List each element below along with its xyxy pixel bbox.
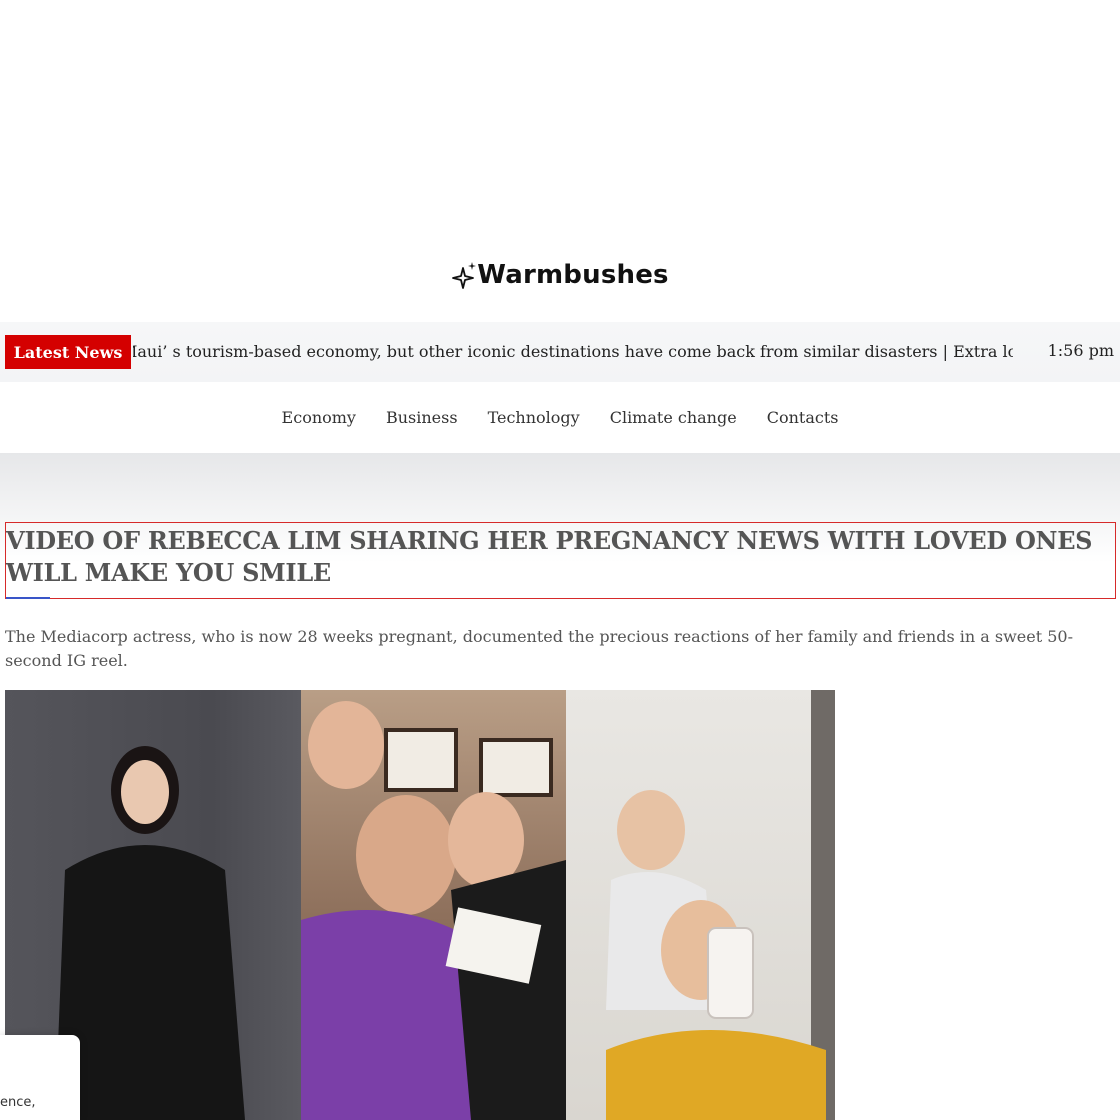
- photo-panel-family: [301, 690, 566, 1120]
- brand-name: Warmbushes: [477, 260, 669, 290]
- nav-economy[interactable]: Economy: [282, 396, 356, 436]
- ticker-headlines[interactable]: Maui’ s tourism-based economy, but other…: [133, 342, 1013, 361]
- article-subtitle: The Mediacorp actress, who is now 28 wee…: [5, 627, 1074, 670]
- sparkle-icon: [452, 262, 477, 289]
- photo-panel-friends: [566, 690, 835, 1120]
- latest-news-label: Latest News: [5, 335, 131, 369]
- headline-underline: [6, 597, 50, 599]
- cookie-consent-card[interactable]: ence,: [0, 1035, 80, 1120]
- ticker-track: Maui’ s tourism-based economy, but other…: [133, 335, 1013, 369]
- ticker-time: 1:56 pm: [1047, 341, 1114, 360]
- news-ticker: Latest News Maui’ s tourism-based econom…: [0, 322, 1120, 382]
- nav-technology[interactable]: Technology: [488, 396, 580, 436]
- site-logo[interactable]: Warmbushes: [0, 252, 1120, 298]
- article-headline: VIDEO OF REBECCA LIM SHARING HER PREGNAN…: [6, 526, 1093, 587]
- nav-climate-change[interactable]: Climate change: [610, 396, 737, 436]
- nav-business[interactable]: Business: [386, 396, 458, 436]
- article-image: [5, 690, 835, 1120]
- nav-contacts[interactable]: Contacts: [767, 396, 839, 436]
- ad-space: [0, 0, 1120, 250]
- cookie-text: ence,: [0, 1095, 36, 1110]
- main-nav: Economy Business Technology Climate chan…: [0, 396, 1120, 436]
- headline-box: VIDEO OF REBECCA LIM SHARING HER PREGNAN…: [5, 522, 1116, 599]
